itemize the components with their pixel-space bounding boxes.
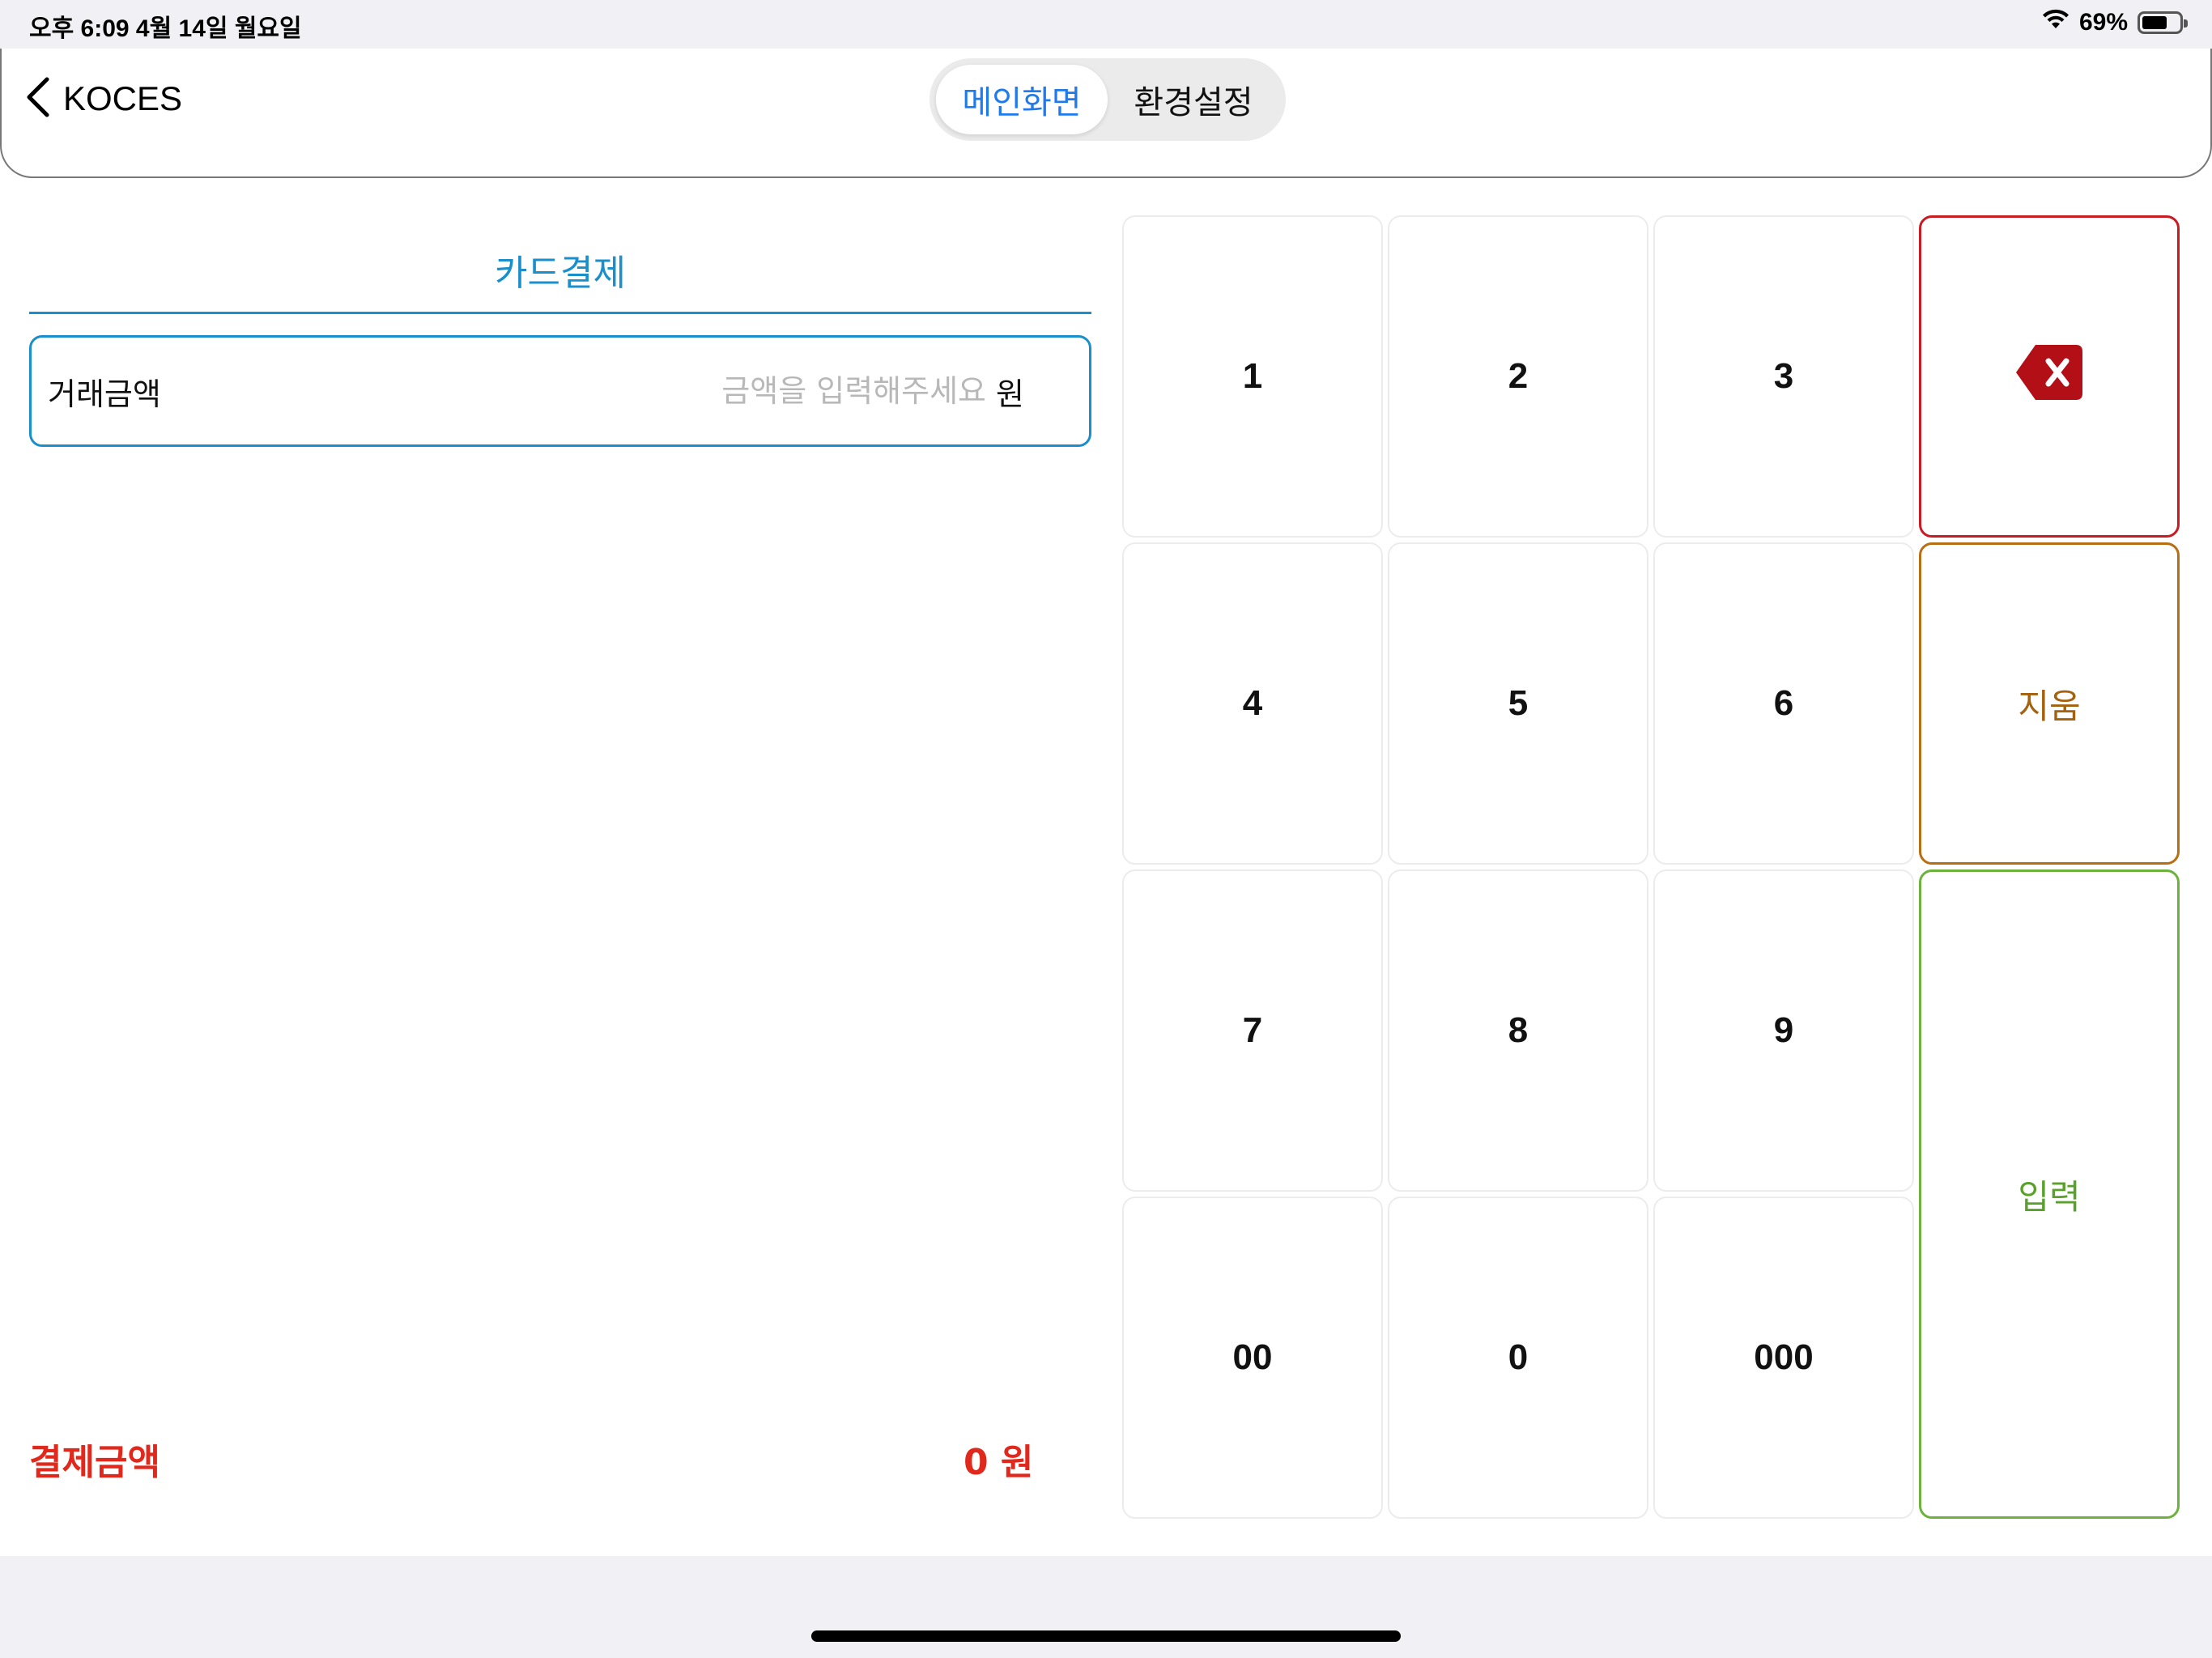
key-9[interactable]: 9 [1653, 869, 1914, 1192]
tab-settings[interactable]: 환경설정 [1108, 65, 1279, 134]
status-time: 오후 6:09 4월 14일 월요일 [29, 15, 302, 42]
key-6[interactable]: 6 [1653, 542, 1914, 865]
enter-button[interactable]: 입력 [1919, 869, 2180, 1519]
transaction-amount-field[interactable]: 거래금액 원 [29, 335, 1091, 447]
key-0[interactable]: 0 [1388, 1197, 1648, 1519]
navigation-bar: KOCES 메인화면 환경설정 [0, 49, 2212, 178]
card-payment-title: 카드결제 [29, 227, 1091, 314]
backspace-button[interactable] [1919, 215, 2180, 538]
key-00[interactable]: 00 [1122, 1197, 1383, 1519]
total-label: 결제금액 [29, 1442, 160, 1483]
battery-icon [2138, 11, 2188, 34]
wifi-icon [2042, 9, 2069, 36]
home-indicator[interactable] [811, 1630, 1401, 1642]
battery-percent: 69% [2078, 9, 2128, 36]
chevron-left-icon [24, 76, 52, 121]
key-8[interactable]: 8 [1388, 869, 1648, 1192]
key-3[interactable]: 3 [1653, 215, 1914, 538]
app-window: KOCES 메인화면 환경설정 카드결제 거래금액 원 결제금액 0 원 1 2… [0, 49, 2212, 1556]
backspace-icon [2014, 342, 2084, 412]
clear-button[interactable]: 지움 [1919, 542, 2180, 865]
numeric-keypad: 1 2 3 4 5 6 지움 7 8 9 입력 00 0 000 [1122, 215, 2180, 1519]
segmented-control: 메인화면 환경설정 [929, 58, 1286, 141]
key-2[interactable]: 2 [1388, 215, 1648, 538]
tab-main-screen[interactable]: 메인화면 [936, 65, 1108, 134]
key-5[interactable]: 5 [1388, 542, 1648, 865]
key-1[interactable]: 1 [1122, 215, 1383, 538]
status-bar: 오후 6:09 4월 14일 월요일 69% [0, 0, 2212, 49]
back-button[interactable]: KOCES [24, 73, 182, 125]
key-000[interactable]: 000 [1653, 1197, 1914, 1519]
status-indicators: 69% [2042, 6, 2188, 39]
amount-unit: 원 [996, 376, 1024, 412]
total-value: 0 원 [963, 1442, 1034, 1483]
battery-fill [2142, 16, 2167, 29]
back-label: KOCES [63, 79, 183, 117]
key-4[interactable]: 4 [1122, 542, 1383, 865]
amount-input[interactable] [160, 373, 997, 409]
key-7[interactable]: 7 [1122, 869, 1383, 1192]
amount-label: 거래금액 [48, 376, 161, 412]
